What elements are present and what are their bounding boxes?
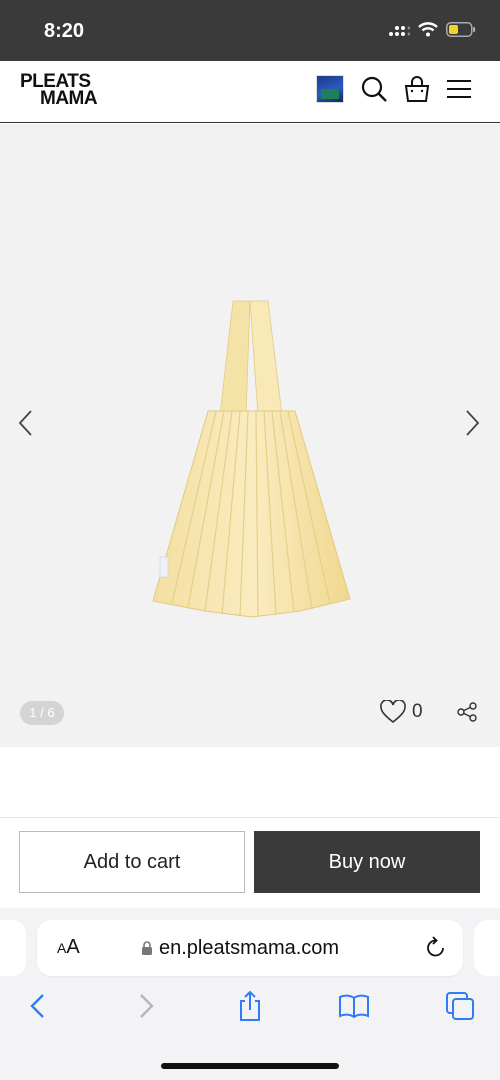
status-bar: 8:20 — [0, 0, 500, 61]
share-icon[interactable] — [456, 702, 478, 722]
cellular-signal-icon — [389, 25, 410, 36]
share-sheet-button[interactable] — [234, 990, 266, 1022]
like-count: 0 — [412, 701, 423, 722]
text-size-button[interactable]: AA — [57, 936, 80, 959]
buy-now-button[interactable]: Buy now — [254, 831, 480, 893]
back-chevron-icon — [30, 994, 44, 1018]
chevron-left-icon[interactable] — [14, 408, 38, 438]
shopping-bag-icon[interactable] — [404, 75, 430, 103]
home-indicator — [161, 1063, 339, 1069]
logo-line-2: MAMA — [40, 88, 98, 109]
product-image-pleated-tote — [152, 300, 351, 618]
chevron-right-icon[interactable] — [460, 408, 484, 438]
search-icon[interactable] — [360, 75, 388, 103]
artwork-thumbnail-icon[interactable] — [316, 75, 344, 103]
tabs-overview-icon — [446, 992, 474, 1020]
battery-icon — [446, 22, 476, 37]
tabs-button[interactable] — [444, 990, 476, 1022]
status-time: 8:20 — [44, 20, 85, 42]
reload-icon[interactable] — [425, 935, 447, 959]
browser-chrome: AA en.pleatsmama.com — [0, 908, 500, 1080]
forward-chevron-icon — [140, 994, 154, 1018]
back-button[interactable] — [22, 990, 54, 1022]
previous-tab-card[interactable] — [0, 920, 26, 976]
next-tab-card[interactable] — [474, 920, 500, 976]
share-sheet-icon — [240, 990, 260, 1021]
heart-icon[interactable] — [380, 700, 406, 724]
browser-toolbar — [0, 990, 500, 1030]
bookmarks-button[interactable] — [338, 990, 370, 1022]
lock-icon — [142, 941, 152, 955]
url-display[interactable]: en.pleatsmama.com — [141, 937, 339, 960]
site-header: PLEATS MAMA — [0, 61, 500, 123]
bookmarks-book-icon — [339, 994, 369, 1019]
like-control[interactable]: 0 — [380, 700, 423, 724]
forward-button[interactable] — [130, 990, 162, 1022]
status-icons — [388, 22, 476, 37]
url-text: en.pleatsmama.com — [159, 937, 340, 959]
image-counter-badge: 1 / 6 — [20, 701, 64, 725]
product-gallery[interactable]: 1 / 6 0 — [0, 124, 500, 747]
menu-icon[interactable] — [446, 78, 472, 100]
header-icons — [316, 75, 472, 103]
wifi-icon — [418, 22, 438, 37]
purchase-bar: Add to cart Buy now — [0, 817, 500, 907]
add-to-cart-button[interactable]: Add to cart — [19, 831, 245, 893]
address-bar[interactable]: AA en.pleatsmama.com — [37, 920, 463, 976]
pleats-mama-logo[interactable]: PLEATS MAMA — [20, 72, 100, 109]
